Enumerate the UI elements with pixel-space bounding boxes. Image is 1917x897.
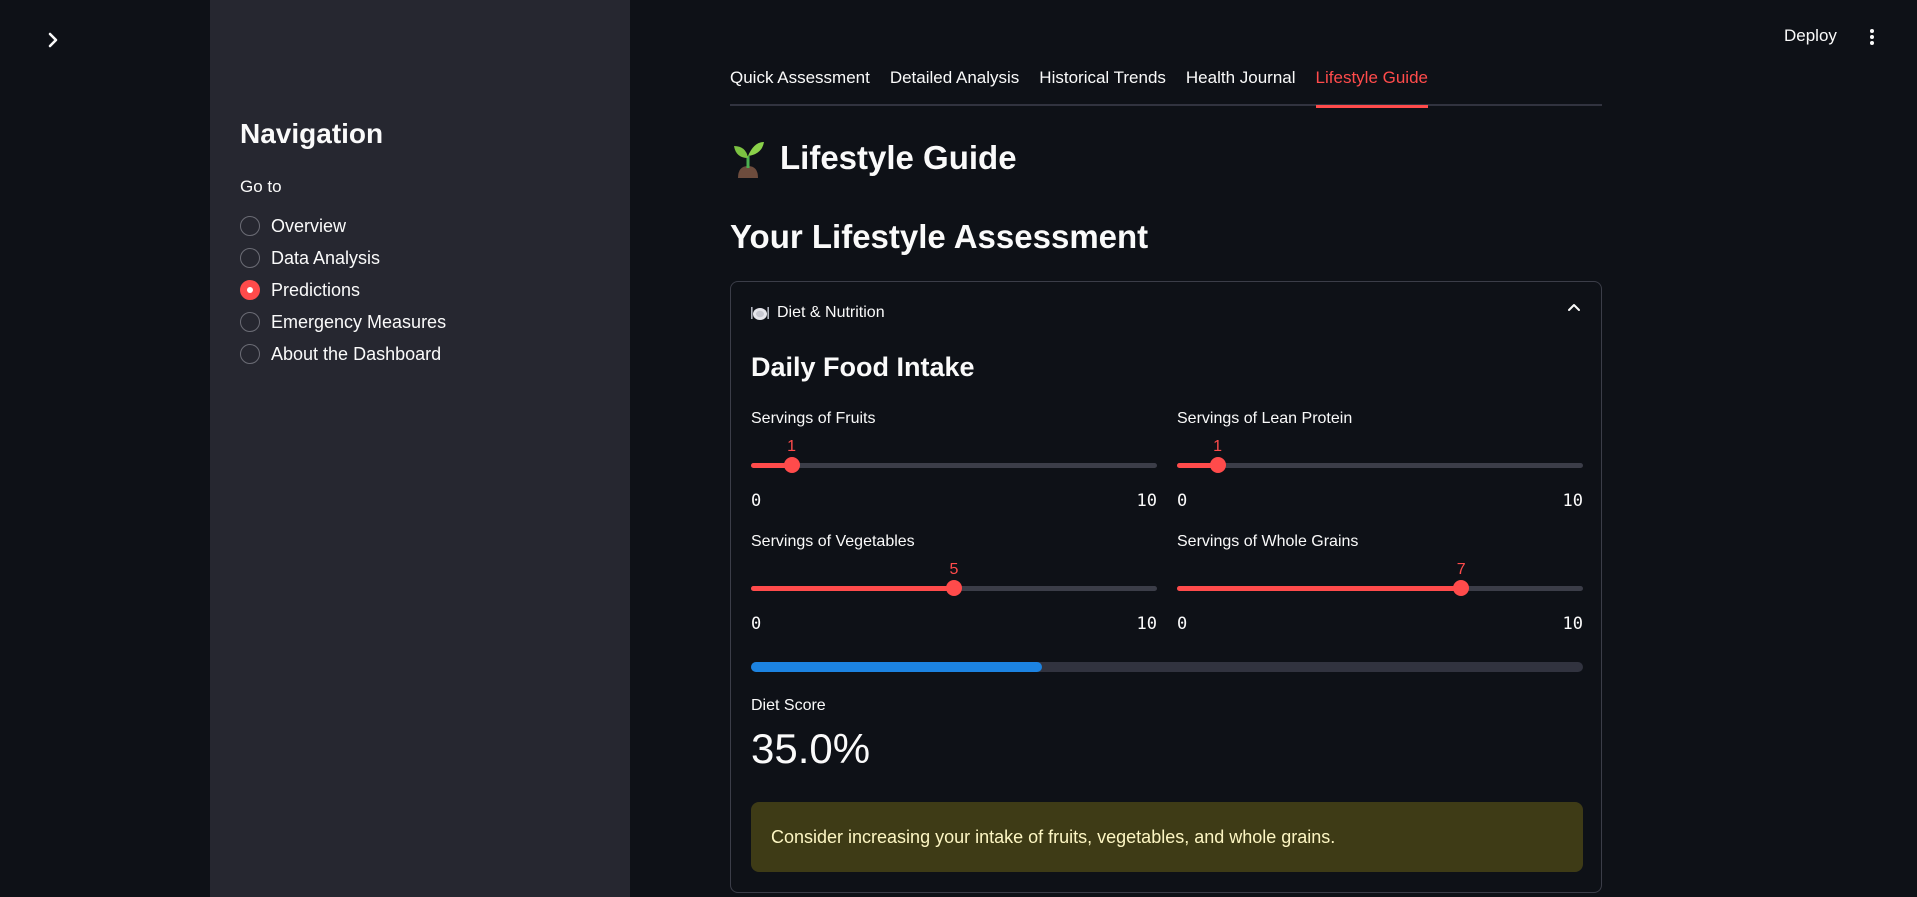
slider-value: 7 [1456, 561, 1466, 578]
radio-circle[interactable] [240, 312, 260, 332]
chevron-up-icon[interactable] [1567, 302, 1581, 312]
expander-label: Diet & Nutrition [777, 304, 885, 321]
sidebar-title: Navigation [240, 118, 384, 149]
slider-min-label: 0 [1177, 614, 1188, 634]
tab-bar: Quick Assessment Detailed Analysis Histo… [730, 60, 1602, 108]
slider-lean-protein: Servings of Lean Protein 1 0 10 [1177, 410, 1583, 511]
radio-option-about-dashboard[interactable]: About the Dashboard [240, 338, 446, 370]
radio-option-label: Emergency Measures [271, 311, 447, 332]
radio-option-label: Data Analysis [271, 247, 381, 268]
seedling-icon [734, 142, 764, 178]
radio-option-emergency-measures[interactable]: Emergency Measures [240, 306, 446, 338]
warning-message: Consider increasing your intake of fruit… [751, 802, 1583, 872]
page-title-text: Lifestyle Guide [780, 139, 1017, 176]
radio-option-label: Predictions [271, 279, 361, 300]
tab-lifestyle-guide[interactable]: Lifestyle Guide [1315, 60, 1429, 108]
slider-track[interactable] [751, 457, 1157, 473]
slider-track[interactable] [751, 580, 1157, 596]
chevron-right-icon [48, 32, 58, 48]
tab-historical-trends[interactable]: Historical Trends [1039, 60, 1166, 106]
tab-detailed-analysis[interactable]: Detailed Analysis [890, 60, 1019, 106]
radio-option-overview[interactable]: Overview [240, 210, 446, 242]
slider-vegetables: Servings of Vegetables 5 0 10 [751, 533, 1157, 634]
slider-min-label: 0 [1177, 491, 1188, 511]
diet-progress-bar [751, 662, 1583, 672]
expand-sidebar-button[interactable] [38, 28, 68, 52]
menu-dot [1870, 35, 1874, 39]
radio-circle[interactable] [240, 216, 260, 236]
sidebar: Navigation Go to Overview Data Analysis … [210, 0, 630, 897]
plate-icon [751, 307, 769, 320]
slider-value: 1 [787, 438, 797, 455]
slider-thumb[interactable] [1453, 580, 1470, 596]
radio-option-label: Overview [271, 215, 347, 236]
slider-value: 1 [1213, 438, 1223, 455]
radio-option-predictions[interactable]: Predictions [240, 274, 446, 306]
progress-fill [751, 662, 1043, 672]
tab-health-journal[interactable]: Health Journal [1186, 60, 1296, 106]
slider-thumb[interactable] [946, 580, 962, 596]
radio-option-label: About the Dashboard [271, 343, 442, 364]
slider-track[interactable] [1177, 457, 1583, 473]
page-title: Lifestyle Guide [730, 138, 1017, 178]
slider-label: Servings of Fruits [751, 410, 876, 427]
collapsed-rail [0, 0, 210, 897]
menu-dot [1870, 41, 1874, 45]
slider-fill [1177, 586, 1462, 591]
slider-fill [751, 586, 954, 591]
radio-circle[interactable] [240, 344, 260, 364]
metric-value: 35.0% [751, 725, 871, 772]
menu-dot [1870, 29, 1874, 33]
slider-value: 5 [949, 561, 959, 578]
slider-min-label: 0 [751, 614, 762, 634]
slider-max-label: 10 [1562, 614, 1583, 634]
slider-max-label: 10 [1562, 491, 1583, 511]
expander-header[interactable]: Diet & Nutrition [751, 300, 1581, 326]
slider-label: Servings of Whole Grains [1177, 533, 1359, 550]
slider-label: Servings of Vegetables [751, 533, 915, 550]
daily-food-intake-heading: Daily Food Intake [751, 352, 975, 382]
navigation-radio-group: Overview Data Analysis Predictions Emerg… [240, 210, 446, 370]
radio-circle-selected[interactable] [240, 280, 260, 300]
slider-thumb[interactable] [1209, 457, 1226, 473]
slider-max-label: 10 [1136, 614, 1157, 634]
section-title: Your Lifestyle Assessment [730, 218, 1149, 255]
slider-thumb[interactable] [783, 457, 800, 473]
slider-whole-grains: Servings of Whole Grains 7 0 10 [1177, 533, 1583, 634]
kebab-menu-icon[interactable] [1864, 26, 1880, 48]
tab-quick-assessment[interactable]: Quick Assessment [730, 60, 870, 106]
radio-option-data-analysis[interactable]: Data Analysis [240, 242, 446, 274]
slider-label: Servings of Lean Protein [1177, 410, 1353, 427]
slider-fruits: Servings of Fruits 1 0 10 [751, 410, 1157, 511]
metric-label: Diet Score [751, 697, 826, 714]
radio-circle[interactable] [240, 248, 260, 268]
slider-max-label: 10 [1136, 491, 1157, 511]
slider-min-label: 0 [751, 491, 762, 511]
diet-nutrition-expander: Diet & Nutrition Daily Food Intake Servi… [730, 281, 1602, 893]
deploy-button[interactable]: Deploy [1784, 26, 1837, 46]
radio-group-label: Go to [240, 177, 282, 196]
slider-track[interactable] [1177, 580, 1583, 596]
